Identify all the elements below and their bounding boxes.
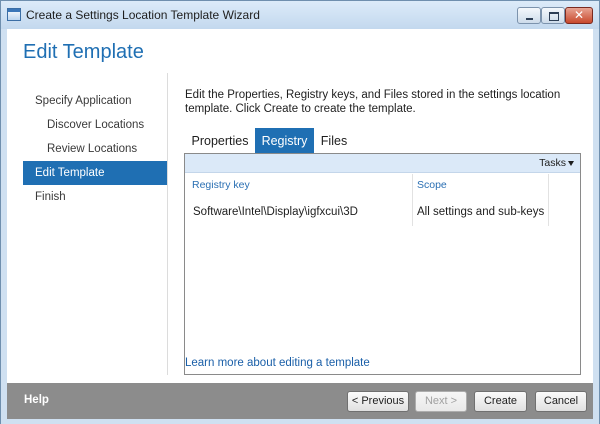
scope-cell[interactable]: All settings and sub-keys <box>417 202 544 222</box>
wizard-steps: Specify Application Discover Locations R… <box>23 89 167 209</box>
step-edit-template[interactable]: Edit Template <box>23 161 167 185</box>
window-title: Create a Settings Location Template Wiza… <box>26 8 260 22</box>
maximize-button[interactable] <box>541 7 565 24</box>
chevron-down-icon <box>568 160 574 166</box>
close-icon: ✕ <box>573 8 585 22</box>
help-link[interactable]: Help <box>24 394 49 406</box>
tab-registry[interactable]: Registry <box>255 128 314 154</box>
create-button[interactable]: Create <box>474 391 527 412</box>
step-review-locations[interactable]: Review Locations <box>23 137 167 161</box>
window-bottom-border <box>1 419 599 424</box>
learn-more-link[interactable]: Learn more about editing a template <box>185 357 370 369</box>
next-button[interactable]: Next > <box>415 391 467 412</box>
registry-key-cell[interactable]: Software\Intel\Display\igfxcui\3D <box>193 202 358 222</box>
title-bar[interactable]: Create a Settings Location Template Wiza… <box>1 1 599 29</box>
window-app-icon <box>7 8 21 21</box>
steps-divider <box>167 73 168 375</box>
step-specify-application[interactable]: Specify Application <box>23 89 167 113</box>
tab-properties[interactable]: Properties <box>185 128 255 154</box>
tab-files[interactable]: Files <box>314 128 354 154</box>
tasks-menu[interactable]: Tasks <box>539 157 574 169</box>
previous-button[interactable]: < Previous <box>347 391 409 412</box>
column-divider[interactable] <box>412 174 413 226</box>
instructions-text: Edit the Properties, Registry keys, and … <box>185 89 561 115</box>
close-button[interactable]: ✕ <box>565 7 593 24</box>
tasks-label: Tasks <box>539 157 566 169</box>
column-header-scope[interactable]: Scope <box>417 174 447 196</box>
column-divider[interactable] <box>548 174 549 226</box>
step-discover-locations[interactable]: Discover Locations <box>23 113 167 137</box>
grid-toolbar: Tasks <box>185 154 580 173</box>
wizard-footer: Help < Previous Next > Create Cancel <box>7 383 593 419</box>
page-title: Edit Template <box>23 41 144 63</box>
wizard-window: Create a Settings Location Template Wiza… <box>0 0 600 424</box>
wizard-content: Edit Template Specify Application Discov… <box>7 29 593 383</box>
column-header-registry-key[interactable]: Registry key <box>192 174 250 196</box>
minimize-button[interactable] <box>517 7 541 24</box>
registry-grid: Tasks Registry key Scope Software\Intel\… <box>184 153 581 375</box>
step-finish[interactable]: Finish <box>23 185 167 209</box>
cancel-button[interactable]: Cancel <box>535 391 587 412</box>
